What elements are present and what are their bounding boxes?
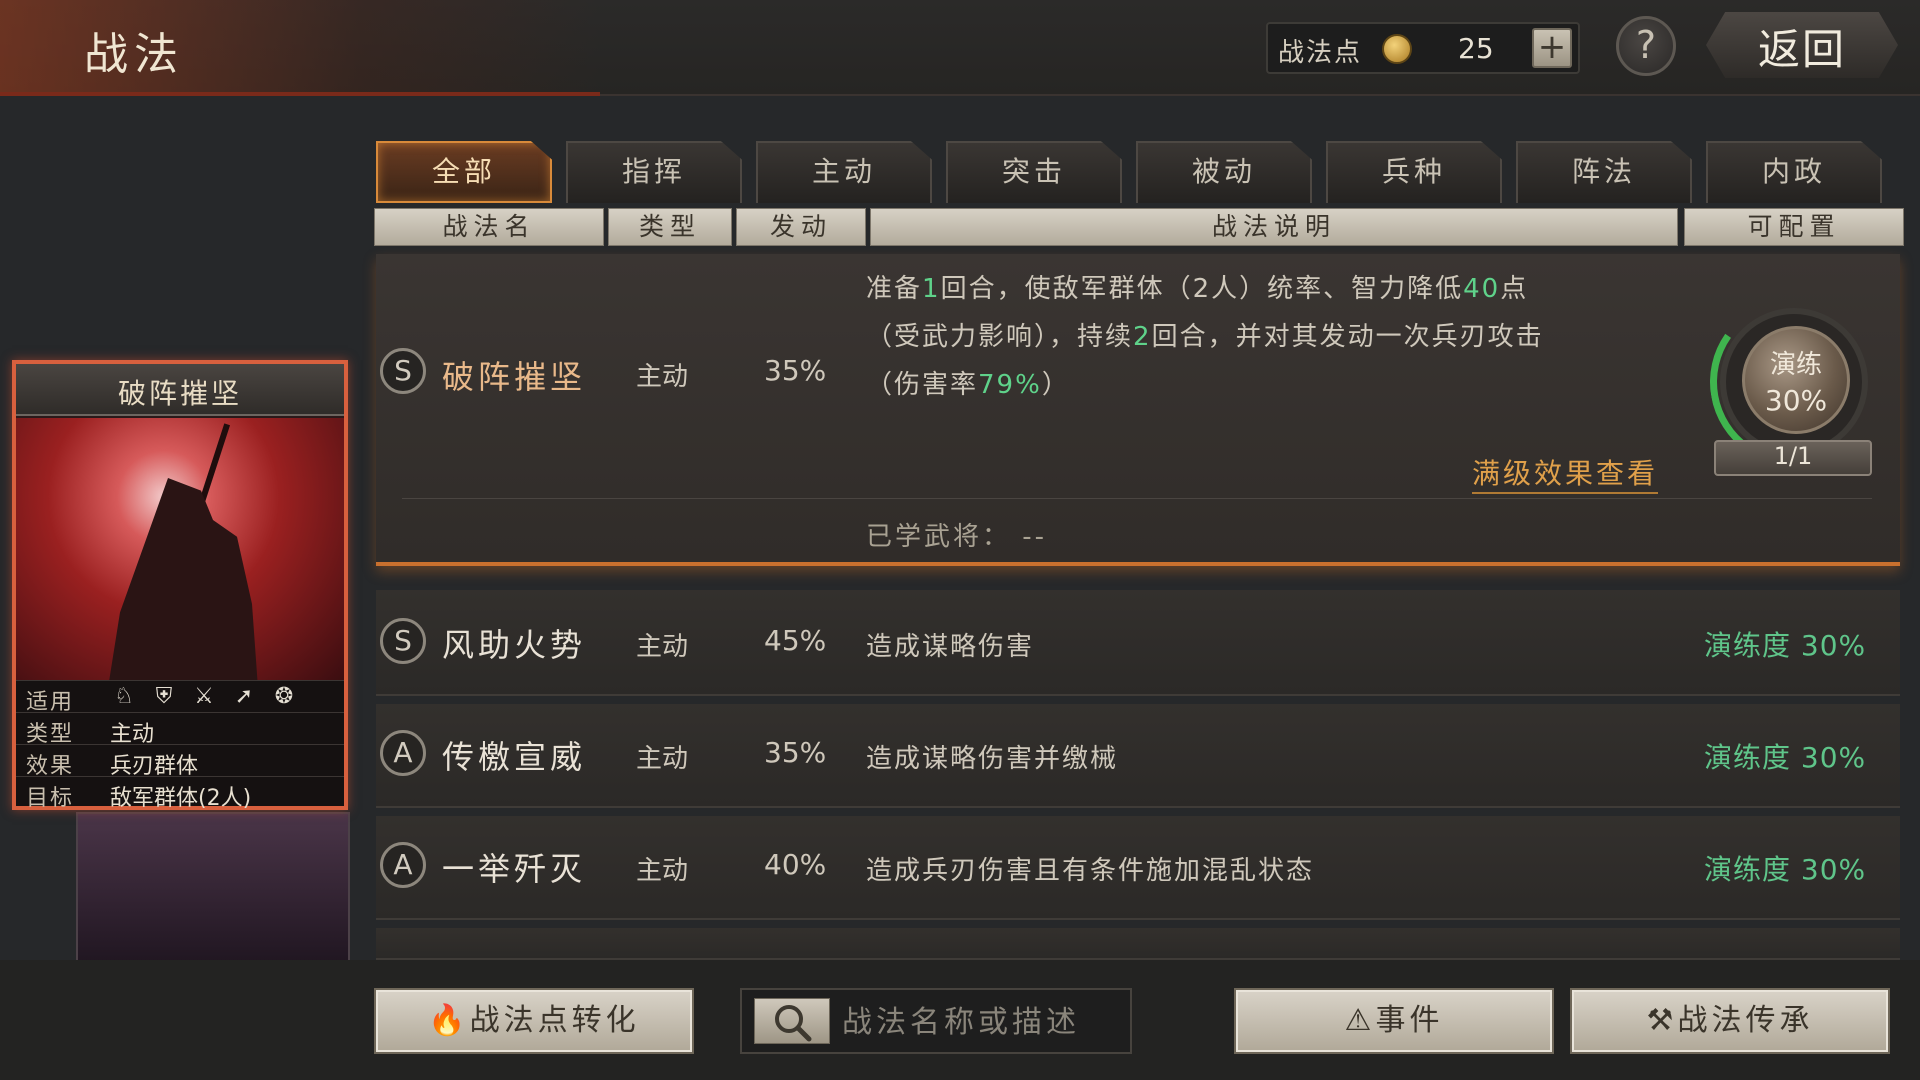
learned-value: -- (1022, 522, 1048, 552)
grade-badge: A (380, 842, 426, 888)
hammer-icon: ⚒ (1646, 1003, 1678, 1038)
card-row-applicable: 适用 ♘ ⛨ ⚔ ➚ ❂ (16, 680, 344, 715)
tactic-points-label: 战法点 (1278, 38, 1363, 68)
desc-text: 准备 (866, 274, 923, 304)
skill-name: 破阵摧坚 (442, 358, 587, 396)
bow-icon: ➚ (234, 684, 254, 709)
card-info-panel: 适用 ♘ ⛨ ⚔ ➚ ❂ 类型 主动 效果 兵刃群体 目标 敌军群体(2人) (16, 680, 344, 811)
tab-passive[interactable]: 被动 (1136, 141, 1312, 203)
training-label: 演练 (1769, 350, 1822, 380)
description-line-2: （受武力影响），持续2回合，并对其发动一次兵刃攻击 (866, 316, 1544, 353)
column-type[interactable]: 类型 (608, 208, 732, 246)
tab-internal-affairs[interactable]: 内政 (1706, 141, 1882, 203)
skill-name: 风助火势 (442, 626, 587, 664)
desc-text: 点 (1500, 274, 1529, 304)
card-row-target: 目标 敌军群体(2人) (16, 776, 344, 811)
shield-icon: ⛨ (155, 684, 173, 709)
tab-command[interactable]: 指挥 (566, 141, 742, 203)
tactic-points-coin-icon (1382, 34, 1412, 64)
training-progress: 演练度 30% (1704, 853, 1867, 886)
skill-description: 造成兵刃伤害且有条件施加混乱状态 (866, 856, 1315, 886)
skill-rate: 35% (764, 736, 827, 769)
skill-name: 传檄宣威 (442, 738, 587, 776)
search-icon (775, 1005, 812, 1042)
card-row-type: 类型 主动 (16, 712, 344, 747)
skill-row-partial[interactable] (376, 928, 1900, 960)
desc-text: 回合，并对其发动一次兵刃攻击 (1151, 322, 1544, 352)
wheel-icon: ❂ (274, 684, 294, 709)
learned-generals: 已学武将： -- (866, 516, 1047, 553)
skill-type: 主动 (636, 632, 689, 662)
divider (402, 498, 1872, 499)
skill-inherit-button[interactable]: ⚒战法传承 (1570, 988, 1890, 1054)
description-line-1: 准备1回合，使敌军群体（2人）统率、智力降低40点 (866, 268, 1528, 305)
tab-assault[interactable]: 突击 (946, 141, 1122, 203)
target-label: 目标 (26, 786, 75, 811)
search-input[interactable] (842, 1002, 1122, 1042)
column-configurable[interactable]: 可配置 (1684, 208, 1904, 246)
convert-points-label: 战法点转化 (469, 1003, 640, 1038)
tactic-points-value: 25 (1458, 32, 1494, 65)
skill-description: 造成谋略伤害 (866, 632, 1035, 662)
skill-type: 主动 (636, 856, 689, 886)
convert-points-button[interactable]: 🔥战法点转化 (374, 988, 694, 1054)
skill-description: 造成谋略伤害并缴械 (866, 744, 1119, 774)
events-button[interactable]: ⚠事件 (1234, 988, 1554, 1054)
events-label: 事件 (1375, 1003, 1444, 1038)
tab-all[interactable]: 全部 (376, 141, 552, 203)
column-trigger-rate[interactable]: 发动 (736, 208, 866, 246)
selected-skill-card[interactable]: 破阵摧坚 适用 ♘ ⛨ ⚔ ➚ ❂ 类型 主动 效果 兵刃群体 目标 敌军群体(… (12, 360, 348, 811)
page-title: 战法 (84, 29, 184, 80)
desc-text: 回合，使敌军群体（2人）统率、智力降低 (940, 274, 1464, 304)
flame-icon: 🔥 (428, 1003, 470, 1038)
skill-row[interactable] (376, 704, 1900, 808)
skill-name: 一举歼灭 (442, 850, 587, 888)
skill-rate: 45% (764, 624, 827, 657)
add-points-button[interactable]: + (1532, 28, 1572, 68)
desc-highlight: 2 (1133, 322, 1152, 352)
config-count: 1/1 (1773, 442, 1813, 470)
desc-highlight: 1 (922, 274, 941, 304)
skill-rate: 35% (764, 354, 827, 387)
desc-text: ） (1041, 370, 1070, 400)
grade-badge: S (380, 618, 426, 664)
learned-label: 已学武将： (866, 522, 1012, 552)
desc-highlight: 40 (1463, 274, 1501, 304)
alert-icon: ⚠ (1344, 1003, 1376, 1038)
cavalry-icon: ♘ (114, 684, 134, 709)
training-percent: 30% (1764, 384, 1828, 417)
search-button[interactable] (754, 998, 830, 1044)
column-name[interactable]: 战法名 (374, 208, 604, 246)
skill-type: 主动 (636, 744, 689, 774)
training-progress: 演练度 30% (1704, 629, 1867, 662)
full-level-effect-link[interactable]: 满级效果查看 (1472, 452, 1659, 494)
card-title: 破阵摧坚 (117, 377, 242, 410)
card-title-bar: 破阵摧坚 (16, 364, 344, 416)
grade-badge: S (380, 348, 426, 394)
tab-active[interactable]: 主动 (756, 141, 932, 203)
tab-troop-type[interactable]: 兵种 (1326, 141, 1502, 203)
skill-type: 主动 (636, 362, 689, 392)
column-description: 战法说明 (870, 208, 1678, 246)
card-artwork (16, 418, 344, 680)
desc-highlight: 79% (978, 370, 1042, 400)
description-line-3: （伤害率79%） (866, 364, 1070, 401)
grade-badge: A (380, 730, 426, 776)
target-value: 敌军群体(2人) (110, 786, 252, 811)
training-progress: 演练度 30% (1704, 741, 1867, 774)
back-label[interactable]: 返回 (1758, 16, 1846, 77)
skill-row[interactable] (376, 590, 1900, 696)
help-button[interactable]: ? (1616, 16, 1676, 76)
card-row-effect: 效果 兵刃群体 (16, 744, 344, 779)
tactic-points-panel: 战法点 25 + (1266, 22, 1580, 74)
desc-text: （受武力影响），持续 (866, 322, 1134, 352)
tab-formation[interactable]: 阵法 (1516, 141, 1692, 203)
card-art-warrior (108, 478, 258, 680)
crossed-swords-icon: ⚔ (194, 684, 214, 709)
search-box (740, 988, 1132, 1054)
stacked-card-middle (76, 812, 350, 970)
skill-inherit-label: 战法传承 (1677, 1003, 1814, 1038)
skill-rate: 40% (764, 848, 827, 881)
desc-text: （伤害率 (866, 370, 979, 400)
